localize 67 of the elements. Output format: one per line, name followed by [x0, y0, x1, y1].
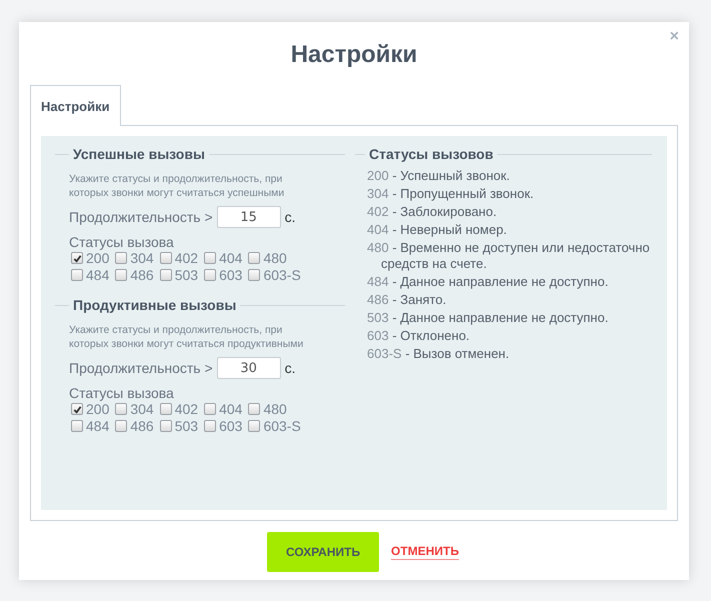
checkbox-label: 486 — [130, 267, 154, 283]
checkbox-label: 603-S — [263, 267, 301, 283]
checkbox[interactable] — [71, 403, 83, 415]
checkbox[interactable] — [160, 252, 172, 264]
checkbox[interactable] — [160, 420, 172, 432]
checkbox-label: 503 — [174, 418, 198, 434]
checkbox-label: 603-S — [263, 418, 301, 434]
checkbox-label: 480 — [263, 401, 287, 417]
checkbox[interactable] — [115, 252, 128, 264]
checkbox[interactable] — [248, 403, 260, 415]
hint-text: Укажите статусы и продолжительность, при которых звонки могут считаться продуктивными — [69, 323, 304, 351]
section-title: Успешные вызовы — [73, 146, 205, 162]
checkbox-label: 404 — [219, 401, 242, 417]
checkbox-label: 603 — [219, 267, 242, 283]
checkbox[interactable] — [71, 269, 83, 281]
hint-text: Укажите статусы и продолжительность, при которых звонки могут считаться успешными — [69, 172, 286, 200]
status-description: 603 - Отклонено. — [367, 328, 471, 344]
checkbox-label: 480 — [263, 250, 287, 266]
checkbox-label: 402 — [174, 250, 198, 266]
checkbox[interactable] — [71, 420, 83, 432]
checkbox-label: 304 — [130, 401, 154, 417]
status-description: 503 - Данное направление не доступно. — [367, 310, 610, 326]
status-description: 603-S - Вызов отменен. — [367, 346, 510, 362]
duration-field[interactable]: 15 — [216, 206, 281, 228]
section-title: Статусы вызовов — [369, 146, 494, 162]
save-button[interactable]: СОХРАНИТЬ — [267, 532, 380, 572]
checkbox[interactable] — [71, 252, 83, 264]
status-description: 200 - Успешный звонок. — [367, 168, 511, 184]
duration-label: Продолжительность > — [69, 360, 213, 376]
checkbox[interactable] — [248, 252, 260, 264]
checkbox-label: 404 — [219, 250, 242, 266]
checkbox[interactable] — [115, 403, 128, 415]
statuses-label: Статусы вызова — [69, 234, 175, 250]
statuses-label: Статусы вызова — [69, 385, 175, 401]
dialog-title: Настройки — [290, 40, 418, 70]
checkbox[interactable] — [204, 420, 216, 432]
checkbox[interactable] — [204, 403, 216, 415]
checkbox-label: 503 — [174, 267, 198, 283]
checkbox-label: 200 — [86, 250, 110, 266]
checkbox[interactable] — [204, 252, 216, 264]
checkbox[interactable] — [160, 403, 172, 415]
status-description: 486 - Занято. — [367, 292, 448, 308]
checkbox-label: 200 — [86, 401, 110, 417]
checkbox-label: 402 — [174, 401, 198, 417]
duration-label: Продолжительность > — [69, 209, 213, 225]
status-description: 404 - Неверный номер. — [367, 222, 508, 238]
checkbox-label: 484 — [86, 418, 110, 434]
checkbox[interactable] — [248, 269, 260, 281]
checkbox[interactable] — [204, 269, 216, 281]
status-description: 402 - Заблокировано. — [367, 204, 498, 220]
checkbox-label: 304 — [130, 250, 154, 266]
status-description: 304 - Пропущенный звонок. — [367, 186, 535, 202]
checkbox-label: 603 — [219, 418, 242, 434]
checkbox[interactable] — [115, 269, 128, 281]
checkbox-label: 484 — [86, 267, 110, 283]
status-description: 480 - Временно не доступен или недостаточно средств на счете. — [367, 240, 651, 272]
section-title: Продуктивные вызовы — [73, 297, 236, 313]
unit-label: с. — [284, 360, 296, 376]
checkbox[interactable] — [115, 420, 128, 432]
duration-field[interactable]: 30 — [216, 357, 281, 379]
unit-label: с. — [284, 209, 296, 225]
checkbox-label: 486 — [130, 418, 154, 434]
checkbox[interactable] — [248, 420, 260, 432]
cancel-link[interactable]: ОТМЕНИТЬ — [391, 544, 459, 560]
tab[interactable]: Настройки — [30, 85, 121, 126]
checkbox[interactable] — [160, 269, 172, 281]
status-description: 484 - Данное направление не доступно. — [367, 274, 610, 290]
